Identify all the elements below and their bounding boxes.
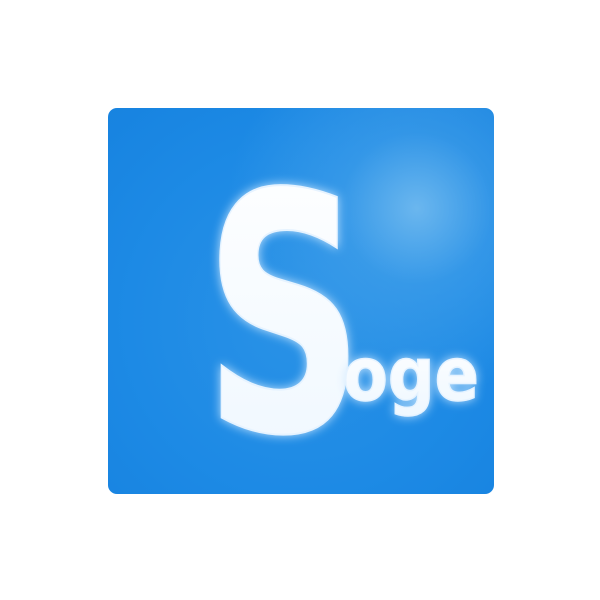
logo-mark: S oge (203, 123, 480, 494)
app-icon: S oge (108, 108, 494, 494)
logo-initial-letter: S (204, 124, 364, 494)
logo-suffix-text: oge (343, 332, 479, 418)
canvas: S oge (0, 0, 600, 600)
